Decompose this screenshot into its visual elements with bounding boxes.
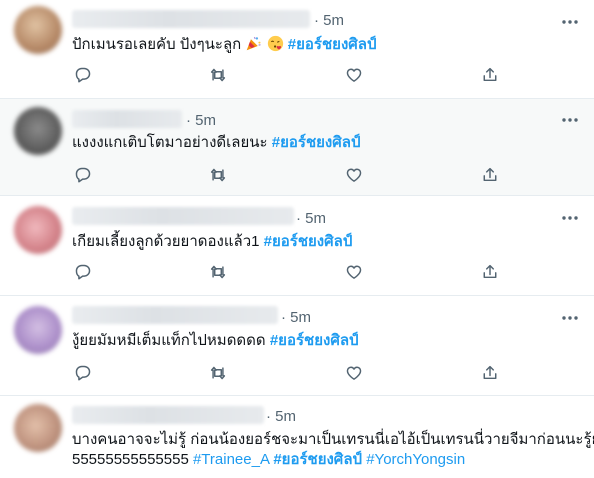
more-dots-icon[interactable] (560, 12, 580, 32)
avatar[interactable] (14, 206, 62, 254)
reply-icon (75, 67, 91, 83)
more-dots-icon[interactable] (560, 308, 580, 328)
share-icon (483, 167, 497, 182)
tweet-text: ปักเมนรอเลยคับ ปังๆนะลูก #ยอร์ชยงศิลป์ (72, 35, 578, 55)
like-icon (346, 168, 362, 182)
hashtag-link[interactable]: #ยอร์ชยงศิลป์ (270, 332, 359, 349)
tweet-body-line2: 55555555555555 (72, 451, 189, 468)
tweet-text: แงงงแกเติบโตมาอย่างดีเลยนะ #ยอร์ชยงศิลป์ (72, 133, 578, 153)
avatar[interactable] (14, 6, 62, 54)
author-name-redacted[interactable] (72, 110, 182, 128)
tweet-actions (72, 164, 502, 186)
like-icon (346, 265, 362, 279)
tweet-body-line1: บางคนอาจจะไม่รู้ ก่อนน้องยอร์ชจะมาเป็นเท… (72, 431, 594, 448)
reply-icon (75, 264, 91, 280)
hashtag-link[interactable]: #ยอร์ชยงศิลป์ (288, 36, 377, 53)
tweet-actions (72, 64, 502, 86)
party-popper-icon (247, 36, 262, 51)
tweet-timestamp[interactable]: · 5m (186, 112, 216, 129)
face-blowing-kiss-icon (267, 35, 283, 52)
share-icon (483, 365, 497, 380)
retweet-button[interactable] (207, 164, 229, 186)
author-name-redacted[interactable] (72, 406, 264, 424)
author-name-redacted[interactable] (72, 10, 310, 28)
avatar[interactable] (14, 107, 62, 155)
avatar[interactable] (14, 404, 62, 452)
share-button[interactable] (479, 362, 501, 384)
like-icon (346, 68, 362, 82)
more-dots-icon[interactable] (560, 208, 580, 228)
hashtag-link[interactable]: #Trainee_A (193, 451, 269, 468)
tweet[interactable]: · 5m แงงงแกเติบโตมาอย่างดีเลยนะ #ยอร์ชยง… (0, 99, 594, 196)
author-name-redacted[interactable] (72, 207, 294, 225)
tweet-timestamp[interactable]: · 5m (266, 408, 296, 425)
like-button[interactable] (343, 261, 365, 283)
tweet-text: เกียมเลี้ยงลูกด้วยยาดองแล้ว1 #ยอร์ชยงศิล… (72, 232, 578, 252)
hashtag-link[interactable]: #ยอร์ชยงศิลป์ (272, 134, 361, 151)
share-button[interactable] (479, 164, 501, 186)
tweet[interactable]: · 5m บางคนอาจจะไม่รู้ ก่อนน้องยอร์ชจะมาเ… (0, 396, 594, 478)
tweet[interactable]: · 5m ปักเมนรอเลยคับ ปังๆนะลูก #ยอร์ชยงศิ… (0, 0, 594, 99)
tweet-actions (72, 362, 502, 384)
retweet-icon (210, 168, 226, 182)
share-icon (483, 264, 497, 279)
retweet-button[interactable] (207, 362, 229, 384)
share-icon (483, 67, 497, 82)
author-name-redacted[interactable] (72, 306, 278, 324)
reply-button[interactable] (72, 261, 94, 283)
reply-icon (75, 365, 91, 381)
reply-button[interactable] (72, 362, 94, 384)
tweet-text: งู้ยยมัมหมีเต็มแท็กไปหมดดดด #ยอร์ชยงศิลป… (72, 331, 578, 351)
retweet-button[interactable] (207, 261, 229, 283)
avatar[interactable] (14, 306, 62, 354)
tweet[interactable]: · 5m งู้ยยมัมหมีเต็มแท็กไปหมดดดด #ยอร์ชย… (0, 296, 594, 396)
reply-button[interactable] (72, 164, 94, 186)
reply-icon (75, 167, 91, 183)
tweet-body-line2-wrap: 55555555555555 #Trainee_A #ยอร์ชยงศิลป์ … (72, 450, 578, 470)
retweet-icon (210, 366, 226, 380)
hashtag-link[interactable]: #YorchYongsin (366, 451, 465, 468)
share-button[interactable] (479, 64, 501, 86)
retweet-icon (210, 265, 226, 279)
reply-button[interactable] (72, 64, 94, 86)
like-button[interactable] (343, 362, 365, 384)
share-button[interactable] (479, 261, 501, 283)
tweet-text: บางคนอาจจะไม่รู้ ก่อนน้องยอร์ชจะมาเป็นเท… (72, 430, 594, 470)
tweet-body: แงงงแกเติบโตมาอย่างดีเลยนะ (72, 134, 268, 151)
tweet-timestamp[interactable]: · 5m (314, 12, 344, 29)
tweet-timestamp[interactable]: · 5m (281, 309, 311, 326)
tweet-body: ปักเมนรอเลยคับ ปังๆนะลูก (72, 36, 242, 53)
tweet[interactable]: · 5m เกียมเลี้ยงลูกด้วยยาดองแล้ว1 #ยอร์ช… (0, 196, 594, 296)
tweet-actions (72, 261, 502, 283)
retweet-button[interactable] (207, 64, 229, 86)
hashtag-link[interactable]: #ยอร์ชยงศิลป์ (264, 233, 353, 250)
retweet-icon (210, 68, 226, 82)
hashtag-link[interactable]: #ยอร์ชยงศิลป์ (273, 451, 362, 468)
like-icon (346, 366, 362, 380)
tweet-body: เกียมเลี้ยงลูกด้วยยาดองแล้ว1 (72, 233, 260, 250)
tweet-timestamp[interactable]: · 5m (296, 210, 326, 227)
more-dots-icon[interactable] (560, 110, 580, 130)
like-button[interactable] (343, 64, 365, 86)
like-button[interactable] (343, 164, 365, 186)
tweet-body: งู้ยยมัมหมีเต็มแท็กไปหมดดดด (72, 332, 266, 349)
